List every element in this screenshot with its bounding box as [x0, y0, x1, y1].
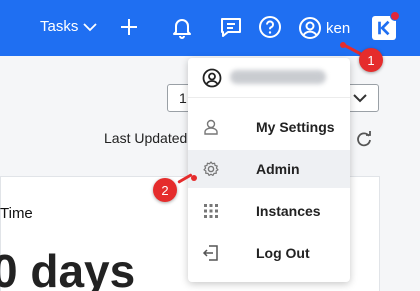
range-select-value: 1 — [179, 90, 187, 106]
top-nav-bar: Tasks ken — [0, 0, 420, 56]
chevron-down-icon — [83, 22, 97, 31]
metric-card-value: 0 days — [0, 245, 136, 291]
chevron-down-icon — [353, 94, 367, 103]
redacted-email — [230, 70, 326, 84]
menu-item-my-settings[interactable]: My Settings — [188, 108, 350, 146]
logout-icon — [202, 244, 220, 262]
menu-item-instances[interactable]: Instances — [188, 192, 350, 230]
user-menu-trigger[interactable]: ken — [298, 16, 350, 40]
metric-card-title: Time — [0, 205, 33, 222]
menu-user-header — [188, 58, 350, 98]
username-label: ken — [326, 19, 351, 37]
user-circle-icon — [299, 17, 321, 39]
menu-item-label: Admin — [256, 161, 300, 177]
menu-item-admin[interactable]: Admin — [188, 150, 350, 188]
annotation-marker-2: 2 — [153, 178, 177, 202]
user-dropdown-menu: My Settings Admin Instances Log Out — [188, 58, 350, 282]
message-icon[interactable] — [218, 14, 244, 40]
plus-icon[interactable] — [116, 14, 142, 40]
gear-icon — [202, 160, 220, 178]
help-icon[interactable] — [257, 14, 283, 40]
user-circle-icon — [202, 68, 222, 88]
menu-item-label: Instances — [256, 203, 321, 219]
notification-dot — [390, 11, 400, 21]
person-icon — [202, 118, 220, 136]
annotation-marker-1: 1 — [359, 48, 383, 72]
tasks-label: Tasks — [40, 18, 79, 35]
bell-icon[interactable] — [169, 14, 195, 40]
menu-item-log-out[interactable]: Log Out — [188, 234, 350, 272]
last-updated-label: Last Updated — [104, 130, 188, 146]
grid-icon — [202, 202, 220, 220]
menu-item-label: Log Out — [256, 245, 310, 261]
tasks-menu[interactable]: Tasks — [40, 18, 97, 35]
refresh-icon[interactable] — [355, 130, 373, 148]
menu-item-label: My Settings — [256, 119, 335, 135]
